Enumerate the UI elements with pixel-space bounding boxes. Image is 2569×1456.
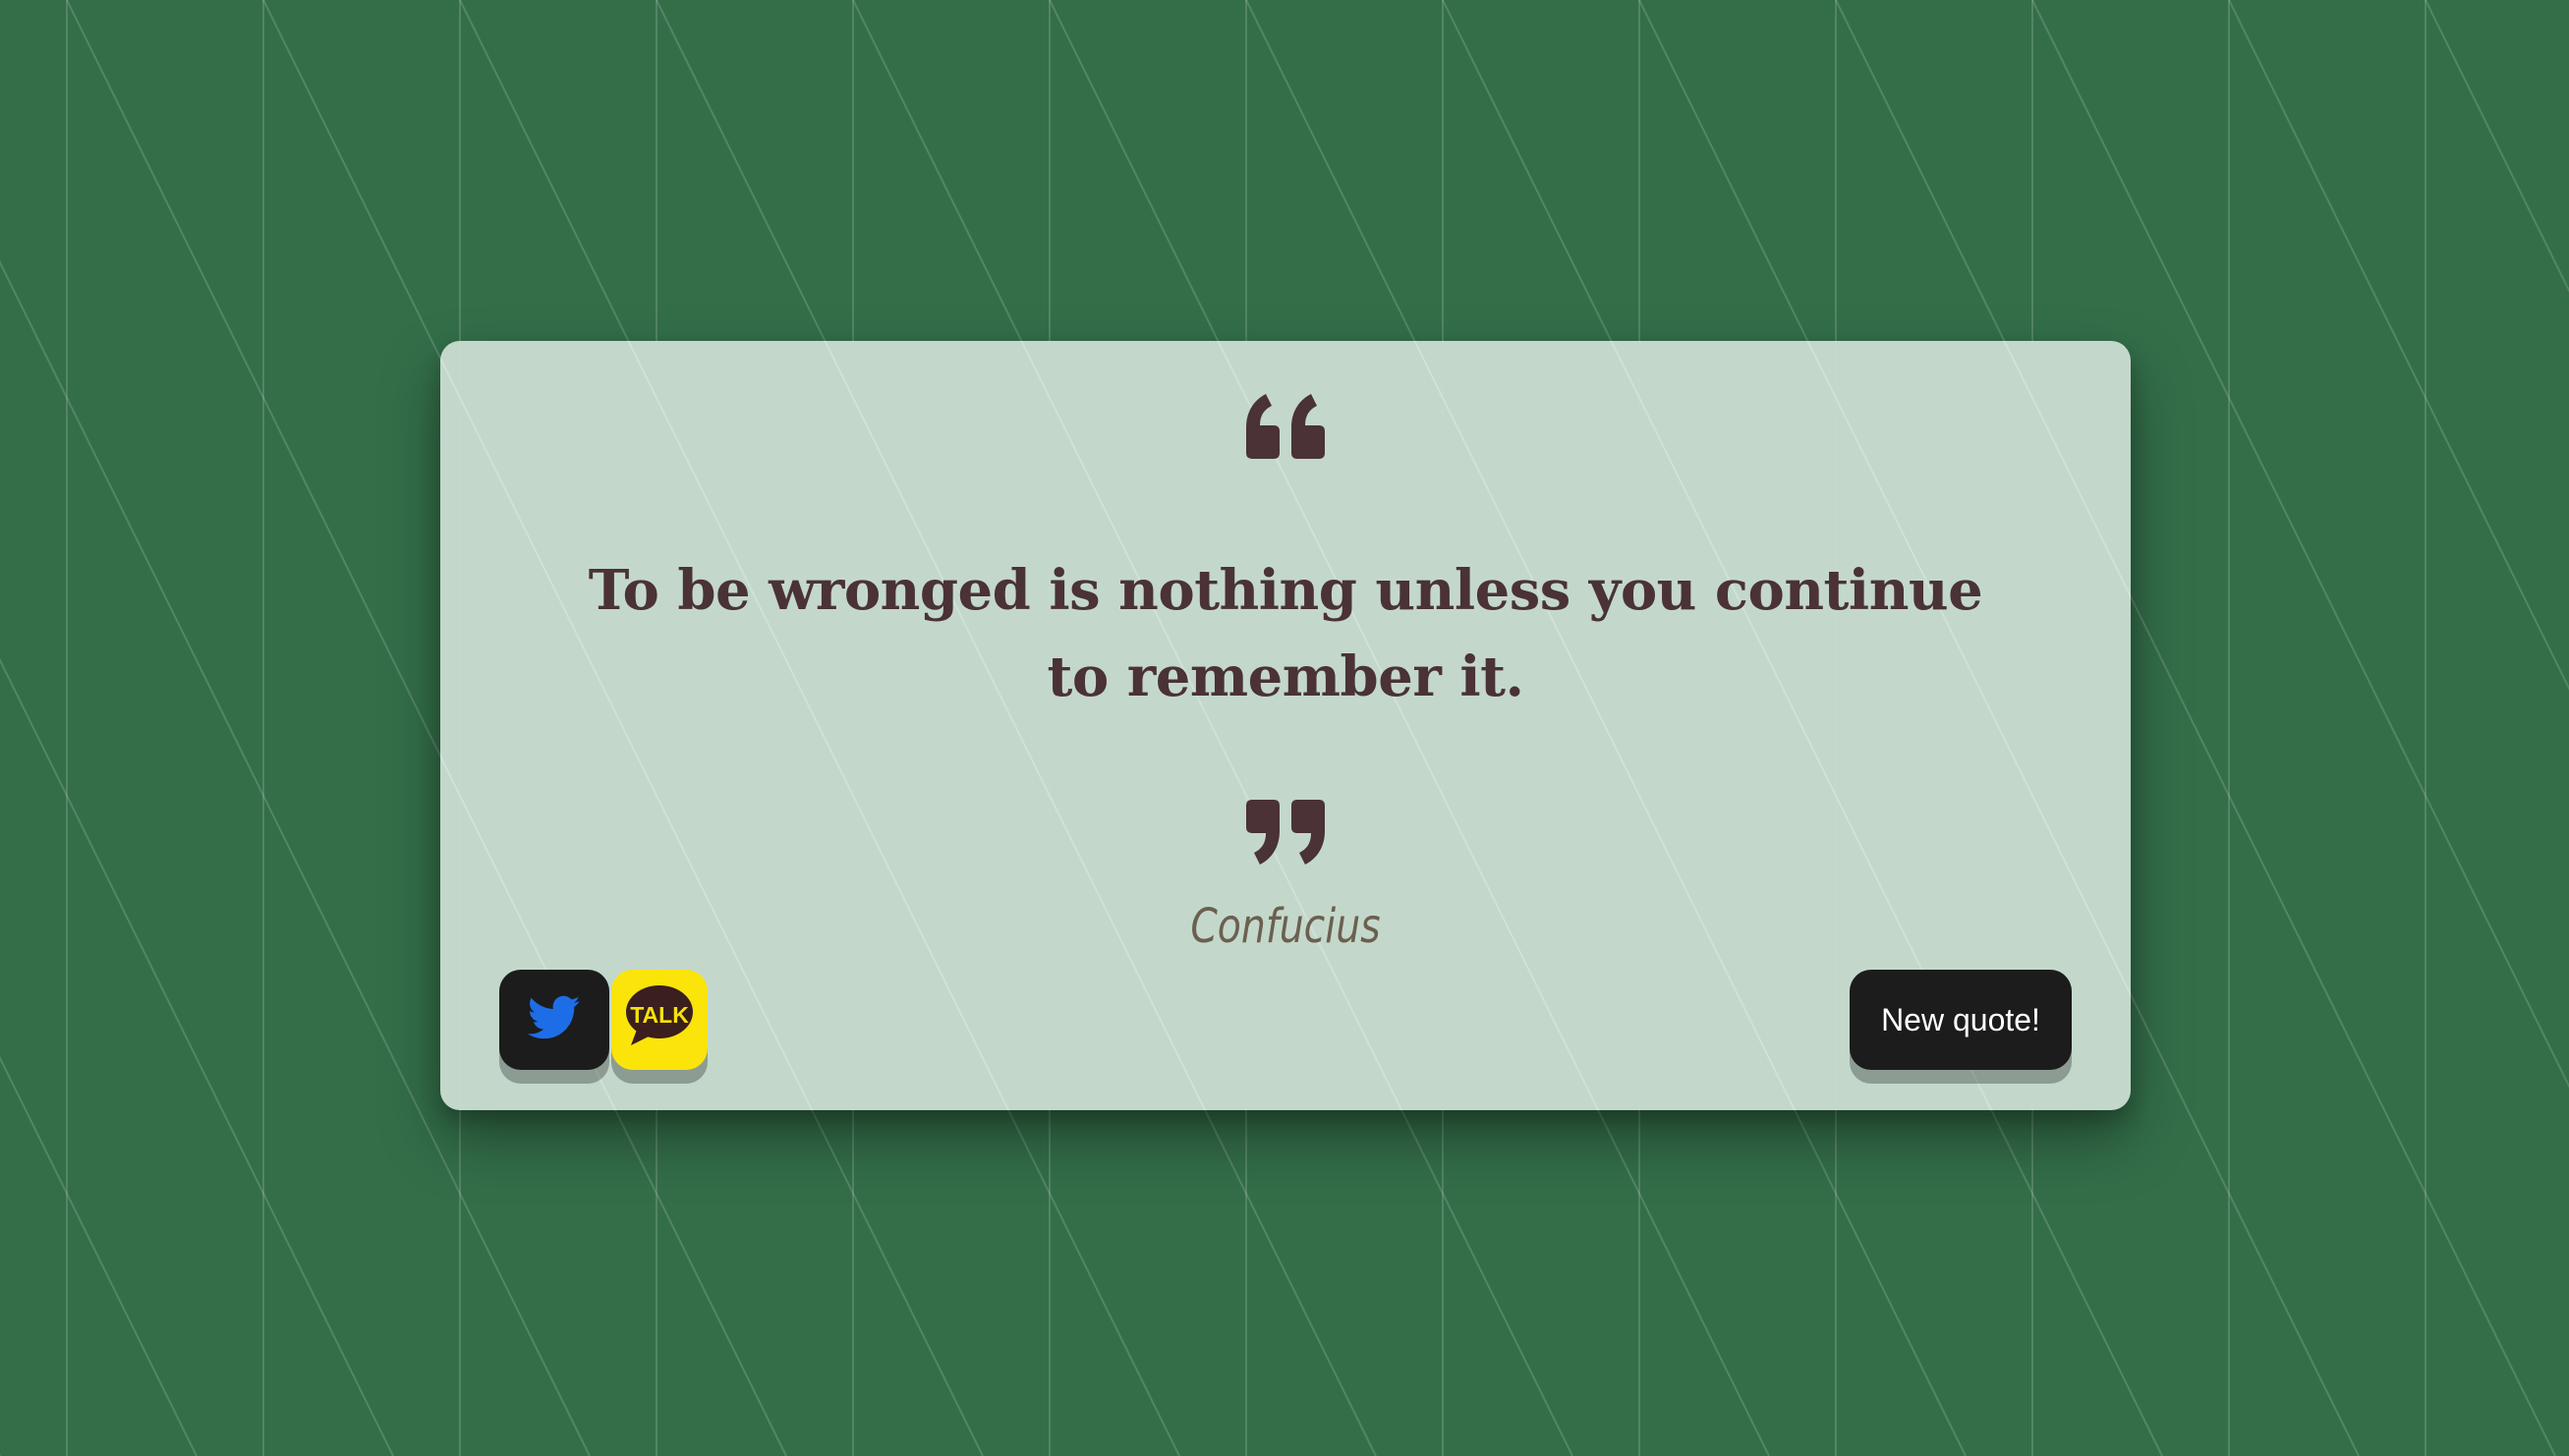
quote-author: Confucius xyxy=(1190,899,1381,954)
quote-open-icon xyxy=(1246,394,1325,459)
new-quote-button[interactable]: New quote! xyxy=(1850,970,2072,1070)
tweet-button[interactable] xyxy=(499,970,609,1070)
quote-close-icon xyxy=(1246,800,1325,865)
kakaotalk-label: TALK xyxy=(630,1002,689,1028)
kakaotalk-share-button[interactable]: TALK xyxy=(611,970,708,1070)
quote-text: To be wronged is nothing unless you cont… xyxy=(588,558,1983,709)
quote-card: To be wronged is nothing unless you cont… xyxy=(440,341,2131,1110)
twitter-bird-icon xyxy=(528,995,581,1039)
